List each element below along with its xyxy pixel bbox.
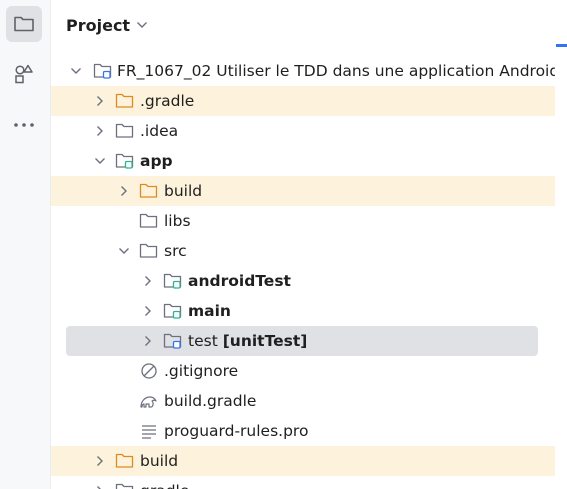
panel-title: Project — [66, 15, 131, 35]
tree-row-root[interactable]: FR_1067_02 Utiliser le TDD dans une appl… — [51, 56, 555, 86]
gradle-file-icon — [139, 392, 159, 410]
chevron-down-icon[interactable] — [116, 243, 132, 259]
chevron-right-icon[interactable] — [140, 333, 156, 349]
orange-folder-icon — [115, 92, 135, 110]
chevron-down-icon[interactable] — [68, 63, 84, 79]
folder-icon — [139, 212, 159, 230]
tree-row-gradle[interactable]: .gradle — [51, 86, 555, 116]
tree-label: .gradle — [140, 92, 195, 110]
tree-label: FR_1067_02 Utiliser le TDD dans une appl… — [117, 62, 555, 80]
tree-label: proguard-rules.pro — [164, 422, 309, 440]
orange-folder-icon — [115, 452, 135, 470]
chevron-right-icon[interactable] — [140, 303, 156, 319]
tree-row-root-gradle[interactable]: gradle — [51, 476, 555, 489]
tree-label: main — [188, 302, 231, 320]
chevron-right-icon[interactable] — [116, 183, 132, 199]
orange-folder-icon — [139, 182, 159, 200]
tree-label: src — [164, 242, 187, 260]
tree-label: build — [140, 452, 179, 470]
tree-label: build.gradle — [164, 392, 257, 410]
tree-row-idea[interactable]: .idea — [51, 116, 555, 146]
tree-row-proguard[interactable]: proguard-rules.pro — [51, 416, 555, 446]
tree-row-androidtest[interactable]: androidTest — [51, 266, 555, 296]
project-panel: Project FR_1067_02 Utiliser le TDD dans … — [51, 0, 555, 489]
more-icon — [13, 121, 35, 129]
more-tools-button[interactable] — [6, 107, 42, 143]
project-view-selector[interactable]: Project — [66, 13, 148, 37]
tree-label: .idea — [140, 122, 179, 140]
chevron-right-icon[interactable] — [92, 453, 108, 469]
tree-label: androidTest — [188, 272, 291, 290]
chevron-down-icon — [136, 21, 148, 29]
tree-label: test [unitTest] — [188, 332, 307, 350]
tree-label: libs — [164, 212, 191, 230]
text-file-icon — [139, 422, 159, 440]
tree-label: app — [140, 152, 173, 170]
tree-label-suffix: [unitTest] — [222, 332, 308, 350]
chevron-right-icon[interactable] — [92, 93, 108, 109]
source-folder-icon — [163, 302, 183, 320]
structure-tool-button[interactable] — [6, 56, 42, 92]
chevron-down-icon[interactable] — [92, 153, 108, 169]
module-folder-icon — [115, 152, 135, 170]
tool-window-stripe — [0, 0, 51, 489]
chevron-right-icon[interactable] — [140, 273, 156, 289]
chevron-right-icon[interactable] — [92, 483, 108, 489]
tree-row-gitignore[interactable]: .gitignore — [51, 356, 555, 386]
tree-row-app[interactable]: app — [51, 146, 555, 176]
tree-row-test[interactable]: test [unitTest] — [66, 326, 538, 356]
shapes-icon — [13, 63, 35, 85]
chevron-right-icon[interactable] — [92, 123, 108, 139]
tree-label-name: test — [188, 332, 218, 350]
tree-label: build — [164, 182, 203, 200]
tree-row-build-gradle[interactable]: build.gradle — [51, 386, 555, 416]
project-tool-button[interactable] — [6, 6, 42, 42]
scrollbar-thumb[interactable] — [556, 44, 567, 47]
tree-row-main[interactable]: main — [51, 296, 555, 326]
tree-row-libs[interactable]: libs — [51, 206, 555, 236]
tree-row-root-build[interactable]: build — [51, 446, 555, 476]
ignore-file-icon — [139, 362, 159, 380]
source-folder-icon — [163, 272, 183, 290]
tree-row-src[interactable]: src — [51, 236, 555, 266]
test-folder-icon — [163, 332, 183, 350]
folder-icon — [115, 482, 135, 489]
folder-icon — [139, 242, 159, 260]
tree-label: .gitignore — [164, 362, 239, 380]
tree-label: gradle — [140, 482, 189, 489]
folder-icon — [13, 14, 35, 34]
module-folder-icon — [93, 62, 113, 80]
folder-icon — [115, 122, 135, 140]
editor-edge — [555, 0, 567, 489]
tree-row-app-build[interactable]: build — [51, 176, 555, 206]
